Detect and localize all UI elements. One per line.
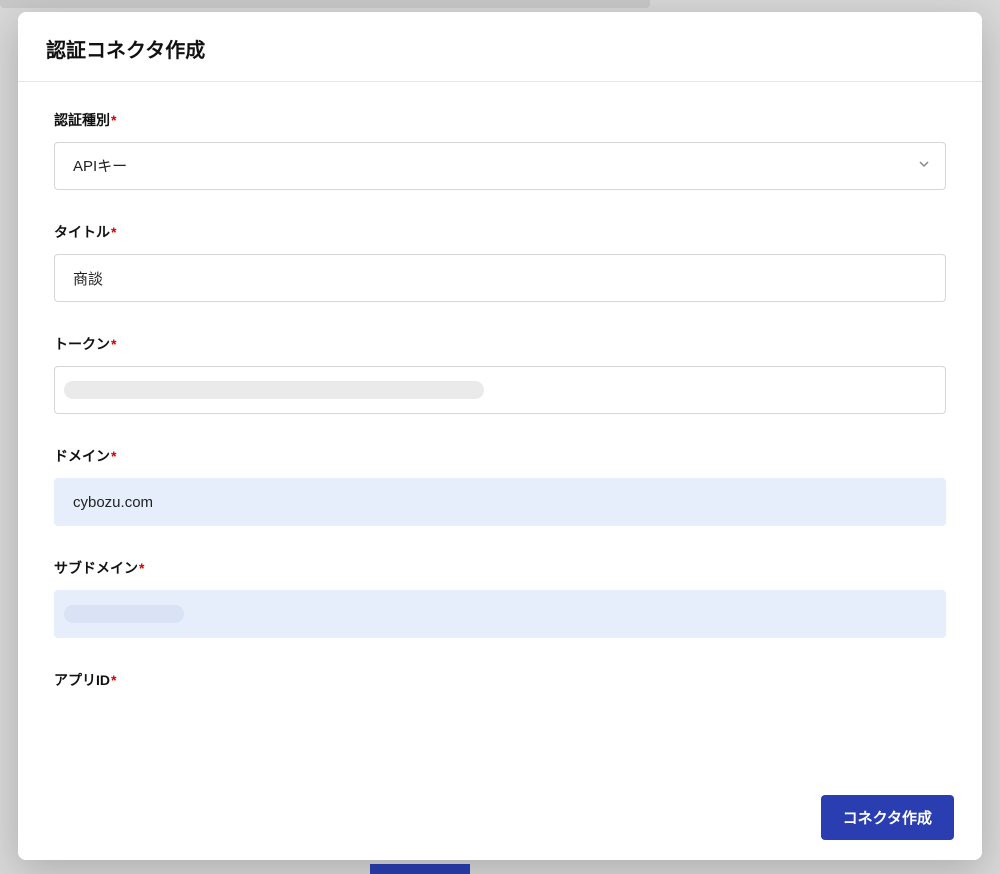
token-label: トークン* bbox=[54, 334, 946, 354]
modal-body[interactable]: 認証種別* APIキー タイトル* トークン* bbox=[18, 82, 982, 779]
app-id-group: アプリID* bbox=[54, 670, 946, 690]
required-mark: * bbox=[111, 672, 116, 688]
required-mark: * bbox=[139, 560, 144, 576]
token-label-text: トークン bbox=[54, 336, 110, 352]
background-decoration bbox=[370, 864, 470, 874]
create-connector-button[interactable]: コネクタ作成 bbox=[821, 795, 954, 840]
token-group: トークン* bbox=[54, 334, 946, 414]
subdomain-label: サブドメイン* bbox=[54, 558, 946, 578]
title-group: タイトル* bbox=[54, 222, 946, 302]
auth-type-select[interactable]: APIキー bbox=[54, 142, 946, 190]
domain-input[interactable] bbox=[54, 478, 946, 526]
required-mark: * bbox=[111, 112, 116, 128]
required-mark: * bbox=[111, 448, 116, 464]
domain-label: ドメイン* bbox=[54, 446, 946, 466]
domain-group: ドメイン* bbox=[54, 446, 946, 526]
app-id-label-text: アプリID bbox=[54, 672, 110, 688]
modal-title: 認証コネクタ作成 bbox=[46, 34, 954, 63]
subdomain-group: サブドメイン* bbox=[54, 558, 946, 638]
modal-header: 認証コネクタ作成 bbox=[18, 12, 982, 82]
required-mark: * bbox=[111, 224, 116, 240]
required-mark: * bbox=[111, 336, 116, 352]
background-decoration bbox=[0, 0, 650, 8]
create-auth-connector-modal: 認証コネクタ作成 認証種別* APIキー タイトル* bbox=[18, 12, 982, 860]
token-input[interactable] bbox=[54, 366, 946, 414]
auth-type-group: 認証種別* APIキー bbox=[54, 110, 946, 190]
auth-type-label: 認証種別* bbox=[54, 110, 946, 130]
token-input-wrap bbox=[54, 366, 946, 414]
title-label: タイトル* bbox=[54, 222, 946, 242]
app-id-label: アプリID* bbox=[54, 670, 946, 690]
subdomain-input-wrap bbox=[54, 590, 946, 638]
domain-label-text: ドメイン bbox=[54, 448, 110, 464]
title-input[interactable] bbox=[54, 254, 946, 302]
auth-type-label-text: 認証種別 bbox=[54, 112, 110, 128]
modal-footer: コネクタ作成 bbox=[18, 779, 982, 860]
auth-type-select-wrap: APIキー bbox=[54, 142, 946, 190]
title-label-text: タイトル bbox=[54, 224, 110, 240]
subdomain-label-text: サブドメイン bbox=[54, 560, 138, 576]
subdomain-input[interactable] bbox=[54, 590, 946, 638]
